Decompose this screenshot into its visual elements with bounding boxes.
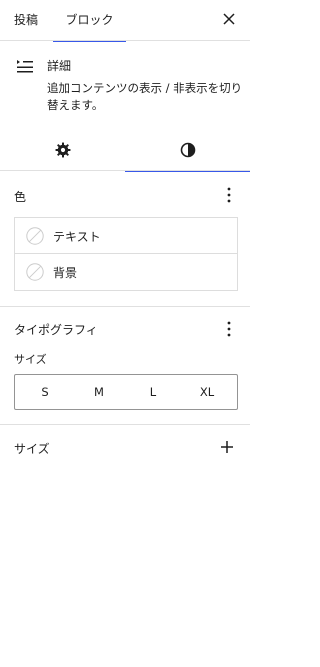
gear-icon	[55, 142, 70, 157]
color-item-background[interactable]: 背景	[15, 254, 237, 290]
details-icon	[17, 60, 33, 73]
color-item-label: テキスト	[53, 230, 101, 244]
tab-post[interactable]: 投稿	[14, 0, 38, 41]
block-description: 追加コンテンツの表示 / 非表示を切り替えます。	[47, 81, 243, 112]
color-item-text[interactable]: テキスト	[15, 218, 237, 254]
tab-styles[interactable]	[125, 128, 250, 172]
contrast-icon	[180, 142, 195, 157]
size-option-s[interactable]: S	[25, 375, 65, 409]
tab-settings[interactable]	[0, 128, 125, 171]
color-item-label: 背景	[53, 266, 78, 280]
plus-icon[interactable]	[220, 440, 234, 454]
color-panel-title: 色	[14, 190, 27, 204]
typography-options-icon[interactable]	[222, 320, 236, 338]
size-option-m[interactable]: M	[79, 375, 119, 409]
sidebar-tabs: 投稿 ブロック	[0, 0, 250, 42]
block-title: 詳細	[47, 59, 72, 73]
font-size-toggle-group: S M L XL	[14, 374, 238, 410]
dimensions-panel-title: サイズ	[14, 442, 50, 456]
empty-swatch-icon	[26, 227, 44, 245]
typography-panel-title: タイポグラフィ	[14, 323, 98, 337]
font-size-label: サイズ	[14, 353, 47, 366]
size-option-xl[interactable]: XL	[187, 375, 227, 409]
color-list: テキスト 背景	[14, 217, 238, 291]
divider	[0, 424, 250, 425]
inspector-tabs	[0, 128, 250, 172]
empty-swatch-icon	[26, 263, 44, 281]
color-options-icon[interactable]	[222, 186, 236, 204]
divider	[0, 306, 250, 307]
tab-block[interactable]: ブロック	[53, 0, 126, 42]
size-option-l[interactable]: L	[133, 375, 173, 409]
close-icon[interactable]	[220, 10, 238, 28]
